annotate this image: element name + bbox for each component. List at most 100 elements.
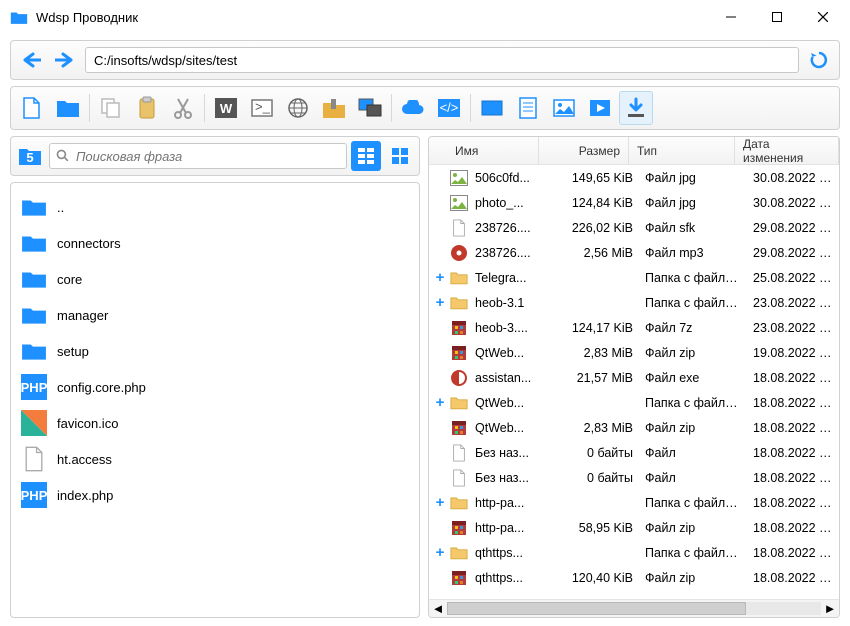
table-row[interactable]: QtWeb... 2,83 MiB Файл zip 19.08.2022 19… [429, 340, 839, 365]
cell-type: Файл zip [639, 346, 747, 360]
view-grid-button[interactable] [385, 141, 415, 171]
table-row[interactable]: 238726.... 226,02 KiB Файл sfk 29.08.202… [429, 215, 839, 240]
expand-icon[interactable]: + [431, 269, 449, 286]
globe-button[interactable] [281, 91, 315, 125]
tree-item[interactable]: .. [11, 189, 419, 225]
refresh-button[interactable] [805, 46, 833, 74]
table-row[interactable]: Без наз... 0 байты Файл 18.08.2022 13:52 [429, 465, 839, 490]
archive-button[interactable] [317, 91, 351, 125]
cell-type: Папка с файла... [639, 296, 747, 310]
table-row[interactable]: QtWeb... 2,83 MiB Файл zip 18.08.2022 16… [429, 415, 839, 440]
forward-button[interactable] [51, 46, 79, 74]
cloud-button[interactable] [396, 91, 430, 125]
cell-date: 29.08.2022 18:50 [747, 246, 839, 260]
table-row[interactable]: assistan... 21,57 MiB Файл exe 18.08.202… [429, 365, 839, 390]
cell-date: 18.08.2022 13:52 [747, 471, 839, 485]
scroll-left-icon[interactable]: ◄ [429, 600, 447, 617]
grid-body[interactable]: 506c0fd... 149,65 KiB Файл jpg 30.08.202… [429, 165, 839, 599]
folder-mode-button[interactable]: 5 [15, 141, 45, 171]
table-row[interactable]: 238726.... 2,56 MiB Файл mp3 29.08.2022 … [429, 240, 839, 265]
new-folder-button[interactable] [51, 91, 85, 125]
column-type[interactable]: Тип [629, 137, 735, 164]
table-row[interactable]: + Telegra... Папка с файла... 25.08.2022… [429, 265, 839, 290]
tree-item[interactable]: favicon.ico [11, 405, 419, 441]
expand-icon[interactable]: + [431, 494, 449, 511]
cell-name: 238726.... [469, 246, 555, 260]
tree-item[interactable]: PHPindex.php [11, 477, 419, 513]
folder-tree[interactable]: .. connectors core managersetupPHPconfig.co… [10, 182, 420, 618]
php-icon: PHP [21, 484, 47, 506]
expand-icon[interactable]: + [431, 294, 449, 311]
download-button[interactable] [619, 91, 653, 125]
tree-item-label: core [57, 272, 82, 287]
table-row[interactable]: + QtWeb... Папка с файла... 18.08.2022 1… [429, 390, 839, 415]
tree-item[interactable]: core [11, 261, 419, 297]
table-row[interactable]: photo_... 124,84 KiB Файл jpg 30.08.2022… [429, 190, 839, 215]
image-button[interactable] [547, 91, 581, 125]
cell-name: 238726.... [469, 221, 555, 235]
table-row[interactable]: http-pa... 58,95 KiB Файл zip 18.08.2022… [429, 515, 839, 540]
terminal-button[interactable]: >_ [245, 91, 279, 125]
cell-size: 0 байты [555, 471, 639, 485]
cell-name: Без наз... [469, 471, 555, 485]
mp3-icon [449, 244, 469, 262]
table-row[interactable]: 506c0fd... 149,65 KiB Файл jpg 30.08.202… [429, 165, 839, 190]
cut-button[interactable] [166, 91, 200, 125]
column-date[interactable]: Дата изменения [735, 137, 839, 164]
search-input[interactable] [49, 143, 347, 169]
back-button[interactable] [17, 46, 45, 74]
tree-item[interactable]: setup [11, 333, 419, 369]
view-list-button[interactable] [351, 141, 381, 171]
cell-date: 30.08.2022 15:42 [747, 171, 839, 185]
document-button[interactable] [511, 91, 545, 125]
cell-size: 2,56 MiB [555, 246, 639, 260]
table-row[interactable]: heob-3.... 124,17 KiB Файл 7z 23.08.2022… [429, 315, 839, 340]
cell-date: 19.08.2022 19:19 [747, 346, 839, 360]
cell-size: 124,17 KiB [555, 321, 639, 335]
path-input[interactable] [85, 47, 799, 73]
cell-name: Без наз... [469, 446, 555, 460]
maximize-button[interactable] [754, 2, 800, 32]
cell-date: 29.08.2022 18:51 [747, 221, 839, 235]
cell-date: 18.08.2022 9:37 [747, 571, 839, 585]
ico-icon [21, 412, 47, 434]
tree-item[interactable]: PHPconfig.core.php [11, 369, 419, 405]
copy-button[interactable] [94, 91, 128, 125]
screen-button[interactable] [475, 91, 509, 125]
tree-item[interactable]: ht.access [11, 441, 419, 477]
separator [204, 94, 205, 122]
minimize-button[interactable] [708, 2, 754, 32]
expand-icon[interactable]: + [431, 394, 449, 411]
video-button[interactable] [583, 91, 617, 125]
table-row[interactable]: Без наз... 0 байты Файл 18.08.2022 13:52 [429, 440, 839, 465]
paste-button[interactable] [130, 91, 164, 125]
code-button[interactable]: </> [432, 91, 466, 125]
table-row[interactable]: qthttps... 120,40 KiB Файл zip 18.08.202… [429, 565, 839, 590]
main-toolbar: W >_ </> [10, 86, 840, 130]
cell-name: heob-3.... [469, 321, 555, 335]
cell-date: 23.08.2022 8:59 [747, 321, 839, 335]
cell-type: Файл 7z [639, 321, 747, 335]
wiki-button[interactable]: W [209, 91, 243, 125]
file-icon [449, 219, 469, 237]
scroll-right-icon[interactable]: ► [821, 600, 839, 617]
tree-item-label: connectors [57, 236, 121, 251]
cell-type: Файл zip [639, 571, 747, 585]
grid-header: Имя Размер Тип Дата изменения [429, 137, 839, 165]
table-row[interactable]: + heob-3.1 Папка с файла... 23.08.2022 8… [429, 290, 839, 315]
cell-name: http-pa... [469, 521, 555, 535]
expand-icon[interactable]: + [431, 544, 449, 561]
cell-name: QtWeb... [469, 396, 555, 410]
table-row[interactable]: + qthttps... Папка с файла... 18.08.2022… [429, 540, 839, 565]
table-row[interactable]: + http-pa... Папка с файла... 18.08.2022… [429, 490, 839, 515]
column-size[interactable]: Размер [539, 137, 629, 164]
tree-item[interactable]: manager [11, 297, 419, 333]
column-name[interactable]: Имя [429, 137, 539, 164]
tree-item[interactable]: connectors [11, 225, 419, 261]
close-button[interactable] [800, 2, 846, 32]
horizontal-scrollbar[interactable]: ◄ ► [429, 599, 839, 617]
file-icon [21, 448, 47, 470]
monitor-button[interactable] [353, 91, 387, 125]
new-file-button[interactable] [15, 91, 49, 125]
cell-date: 18.08.2022 16:40 [747, 396, 839, 410]
